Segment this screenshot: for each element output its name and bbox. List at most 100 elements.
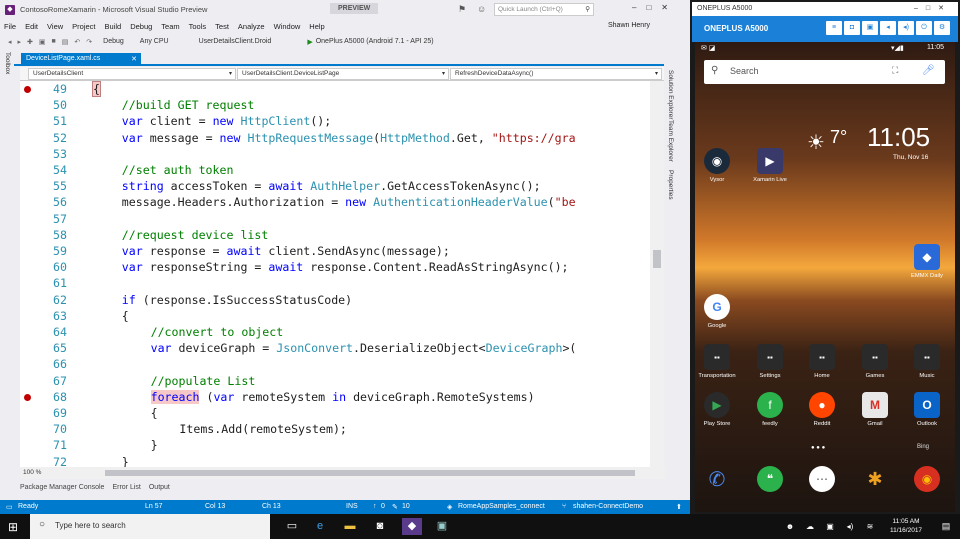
- code-line[interactable]: 57: [20, 211, 650, 227]
- breakpoint-icon[interactable]: [24, 86, 31, 93]
- vertical-scrollbar[interactable]: [650, 81, 664, 467]
- status-changes-count[interactable]: 10: [402, 503, 410, 510]
- app-emmx-daily[interactable]: ◆ EMMX Daily: [907, 244, 947, 279]
- folder-music[interactable]: ▪▪ Music: [907, 344, 947, 379]
- code-line[interactable]: 62 if (response.IsSuccessStatusCode): [20, 292, 650, 308]
- menu-project[interactable]: Project: [72, 22, 95, 31]
- taskbar-search-input[interactable]: ○ Type here to search: [30, 514, 270, 539]
- tab-package-manager-console[interactable]: Package Manager Console: [20, 484, 104, 491]
- back-icon[interactable]: ◂: [8, 38, 12, 46]
- app-gmail[interactable]: M Gmail: [855, 392, 895, 427]
- code-line[interactable]: 49 {: [20, 81, 650, 97]
- menu-debug[interactable]: Debug: [130, 22, 152, 31]
- start-debug-icon[interactable]: ▶: [307, 38, 312, 46]
- app-feedly[interactable]: f feedly: [750, 392, 790, 427]
- tab-error-list[interactable]: Error List: [112, 484, 140, 491]
- folder-settings[interactable]: ▪▪ Settings: [750, 344, 790, 379]
- document-tab-devicelistpage[interactable]: DeviceListPage.xaml.cs ✕: [21, 53, 141, 66]
- save-icon[interactable]: ■: [52, 38, 56, 45]
- startup-project-dropdown[interactable]: UserDetailsClient.Droid: [197, 37, 274, 46]
- pencil-icon[interactable]: ✎: [392, 503, 398, 511]
- emulator-window-controls[interactable]: –□✕: [914, 4, 952, 12]
- screenshot-icon[interactable]: ▣: [862, 21, 878, 35]
- class-dropdown[interactable]: UserDetailsClient.DeviceListPage ▾: [237, 68, 449, 80]
- windows-start-icon[interactable]: ⊞: [8, 520, 18, 534]
- notifications-flag-icon[interactable]: ⚑: [458, 4, 466, 15]
- phone-screen[interactable]: ✉ ◪ ▾◢▮ 11:05 ⚲ Search ⛶ 🎤︎ ☀ 7° 11:05 T…: [695, 42, 955, 512]
- user-name[interactable]: Shawn Henry: [608, 22, 650, 29]
- close-tab-icon[interactable]: ✕: [131, 55, 137, 63]
- platform-dropdown[interactable]: Any CPU: [138, 37, 171, 46]
- new-project-icon[interactable]: ✚: [27, 38, 33, 46]
- project-dropdown[interactable]: UserDetailsClient ▾: [28, 68, 236, 80]
- code-line[interactable]: 54 //set auth token: [20, 162, 650, 178]
- edge-icon[interactable]: e: [310, 518, 330, 535]
- onedrive-icon[interactable]: ☁: [800, 518, 820, 535]
- menu-test[interactable]: Test: [215, 22, 229, 31]
- code-line[interactable]: 50 //build GET request: [20, 97, 650, 113]
- network-icon[interactable]: ▣: [820, 518, 840, 535]
- volume-down-icon[interactable]: ◂: [880, 21, 896, 35]
- menu-help[interactable]: Help: [309, 22, 324, 31]
- task-view-icon[interactable]: ▭: [282, 518, 302, 535]
- member-dropdown[interactable]: RefreshDeviceDataAsync() ▾: [450, 68, 662, 80]
- vysor-taskbar-icon[interactable]: ▣: [432, 518, 452, 535]
- menu-team[interactable]: Team: [161, 22, 179, 31]
- settings-gear-icon[interactable]: ⚙: [934, 21, 950, 35]
- menu-edit[interactable]: Edit: [25, 22, 38, 31]
- dock-phone[interactable]: ✆: [697, 466, 737, 495]
- app-xamarin-live[interactable]: ▶ Xamarin Live: [750, 148, 790, 183]
- code-line[interactable]: 61: [20, 275, 650, 291]
- code-line[interactable]: 55 string accessToken = await AuthHelper.…: [20, 178, 650, 194]
- menu-view[interactable]: View: [47, 22, 63, 31]
- code-line[interactable]: 58 //request device list: [20, 227, 650, 243]
- code-line[interactable]: 51 var client = new HttpClient();: [20, 113, 650, 129]
- file-explorer-icon[interactable]: ▬: [340, 518, 360, 535]
- camera-icon[interactable]: ◘: [844, 21, 860, 35]
- system-clock[interactable]: 11:05 AM 11/16/2017: [890, 517, 922, 535]
- solution-explorer-tab[interactable]: Solution Explorer: [667, 70, 674, 120]
- device-target-dropdown[interactable]: OnePlus A5000 (Android 7.1 - API 25): [316, 38, 434, 45]
- branch-icon[interactable]: ⑂: [562, 503, 566, 510]
- code-line[interactable]: 59 var response = await client.SendAsync(…: [20, 243, 650, 259]
- feedback-icon[interactable]: ☺: [477, 4, 486, 14]
- vertical-scrollbar-thumb[interactable]: [653, 250, 661, 268]
- publish-icon[interactable]: ⬆: [676, 503, 682, 511]
- dock-hangouts[interactable]: ❝: [750, 466, 790, 495]
- app-play-store[interactable]: ▶ Play Store: [697, 392, 737, 427]
- code-line[interactable]: 72}: [20, 454, 650, 467]
- microphone-icon[interactable]: 🎤︎: [922, 65, 935, 76]
- menu-file[interactable]: File: [4, 22, 16, 31]
- code-line[interactable]: 71}: [20, 437, 650, 453]
- status-unpushed-count[interactable]: 0: [381, 503, 385, 510]
- code-line[interactable]: 68 foreach (var remoteSystem in deviceGra…: [20, 389, 650, 405]
- configuration-dropdown[interactable]: Debug: [101, 37, 126, 46]
- forward-icon[interactable]: ▸: [18, 38, 22, 46]
- undo-icon[interactable]: ↶: [74, 38, 80, 46]
- team-explorer-tab[interactable]: Team Explorer: [667, 120, 674, 162]
- redo-icon[interactable]: ↷: [86, 38, 92, 46]
- menu-tools[interactable]: Tools: [189, 22, 207, 31]
- menu-icon[interactable]: ≡: [826, 21, 842, 35]
- repo-icon[interactable]: ◈: [447, 503, 452, 511]
- scan-icon[interactable]: ⛶: [892, 65, 898, 76]
- horizontal-scrollbar-thumb[interactable]: [105, 470, 635, 476]
- store-icon[interactable]: ◙: [370, 518, 390, 535]
- app-reddit[interactable]: ● Reddit: [802, 392, 842, 427]
- power-icon[interactable]: ⏻: [916, 21, 932, 35]
- code-line[interactable]: 65 var deviceGraph = JsonConvert.Deserial…: [20, 340, 650, 356]
- properties-tab[interactable]: Properties: [667, 170, 674, 200]
- action-center-icon[interactable]: ▤: [936, 518, 956, 535]
- toolbox-tab[interactable]: Toolbox: [4, 52, 11, 74]
- code-line[interactable]: 56 message.Headers.Authorization = new Au…: [20, 194, 650, 210]
- push-arrow-icon[interactable]: ↑: [373, 503, 377, 510]
- wifi-icon[interactable]: ≋: [860, 518, 880, 535]
- code-line[interactable]: 67 //populate List: [20, 373, 650, 389]
- code-line[interactable]: 69 {: [20, 405, 650, 421]
- status-branch[interactable]: shahen-ConnectDemo: [573, 503, 643, 510]
- visual-studio-taskbar-icon[interactable]: ◆: [402, 518, 422, 535]
- people-icon[interactable]: ☻: [780, 518, 800, 535]
- dock-app-drawer[interactable]: ⋯: [802, 466, 842, 495]
- menu-window[interactable]: Window: [274, 22, 301, 31]
- code-line[interactable]: 52 var message = new HttpRequestMessage(H…: [20, 130, 650, 146]
